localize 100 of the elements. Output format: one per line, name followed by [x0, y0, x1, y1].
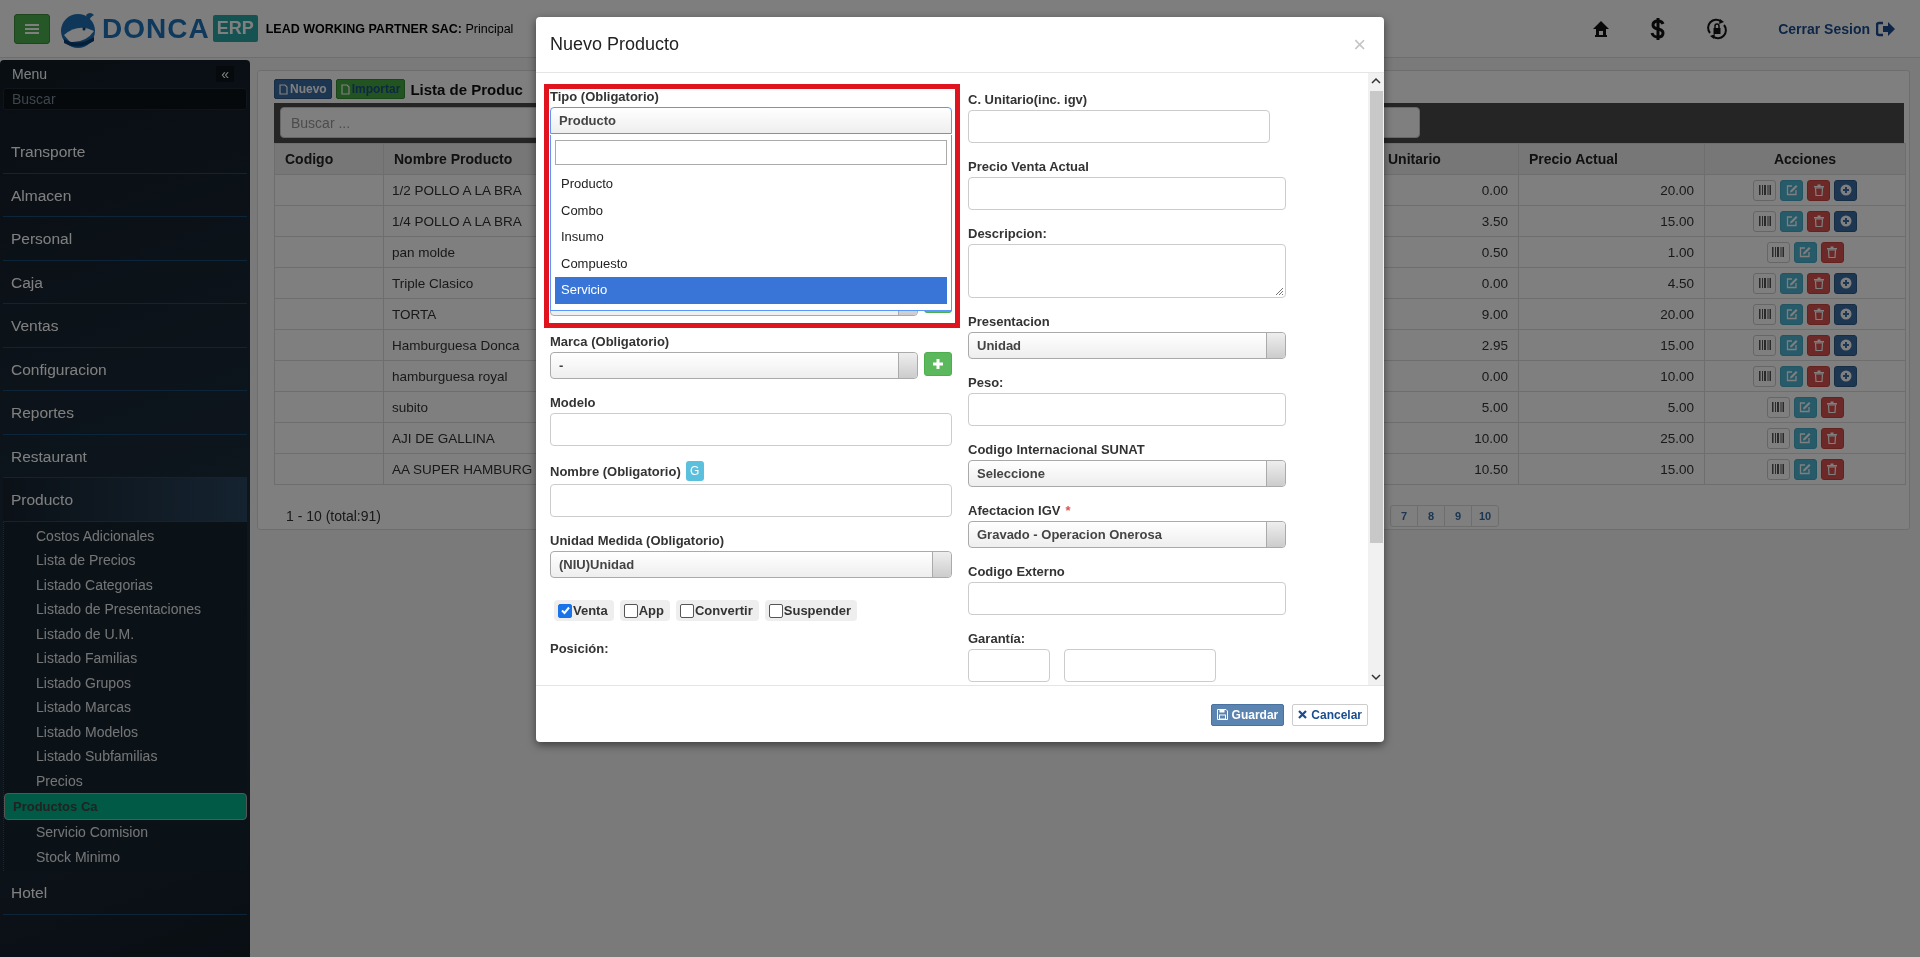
delete-button[interactable] [1807, 179, 1830, 201]
delete-button[interactable] [1820, 427, 1844, 449]
submenu-item[interactable]: Stock Minimo [4, 844, 247, 869]
input-field[interactable] [550, 413, 952, 446]
submenu-item[interactable]: Listado Familias [4, 646, 247, 671]
add-button[interactable] [1834, 179, 1857, 201]
barcode-button[interactable] [1753, 179, 1776, 201]
add-button[interactable] [1834, 210, 1857, 232]
collapse-button[interactable]: « [216, 66, 234, 82]
edit-button[interactable] [1780, 365, 1803, 387]
submenu-item[interactable]: Listado Grupos [4, 670, 247, 695]
select-field[interactable]: Gravado - Operacion Onerosa [968, 521, 1286, 548]
input-field[interactable] [968, 110, 1270, 143]
page-link[interactable]: 8 [1417, 506, 1444, 526]
sidebar-search-field[interactable]: Buscar [3, 88, 247, 110]
edit-button[interactable] [1780, 334, 1803, 356]
textarea-field[interactable] [968, 244, 1286, 298]
edit-button[interactable] [1793, 241, 1817, 263]
checkbox[interactable] [768, 603, 783, 618]
submenu-item[interactable]: Lista de Precios [4, 548, 247, 573]
edit-button[interactable] [1780, 303, 1803, 325]
input-field[interactable] [968, 649, 1050, 682]
edit-button[interactable] [1780, 210, 1803, 232]
submenu-item[interactable]: Listado Marcas [4, 695, 247, 720]
sidebar-item[interactable]: Almacen [3, 173, 247, 217]
type-select[interactable]: Producto [550, 107, 952, 134]
dollar-icon[interactable] [1650, 17, 1667, 40]
delete-button[interactable] [1807, 210, 1830, 232]
edit-button[interactable] [1780, 179, 1803, 201]
page-link[interactable]: 9 [1444, 506, 1471, 526]
home-icon[interactable] [1592, 19, 1611, 38]
edit-button[interactable] [1780, 272, 1803, 294]
add-button[interactable] [1834, 272, 1857, 294]
add-button[interactable] [1834, 365, 1857, 387]
edit-button[interactable] [1793, 458, 1817, 480]
delete-button[interactable] [1820, 396, 1844, 418]
sidebar-item[interactable]: Hotel [3, 871, 247, 915]
checkbox-option[interactable]: Suspender [764, 600, 857, 621]
submenu-item[interactable]: Costos Adicionales [4, 523, 247, 548]
barcode-button[interactable] [1766, 396, 1790, 418]
select-field[interactable]: Unidad [968, 332, 1286, 359]
checkbox-option[interactable]: App [619, 600, 670, 621]
page-link[interactable]: 7 [1391, 506, 1417, 526]
save-button[interactable]: Guardar [1210, 703, 1285, 726]
delete-button[interactable] [1820, 458, 1844, 480]
select-field[interactable]: - [550, 352, 918, 379]
sidebar-item[interactable]: Producto [3, 478, 247, 522]
barcode-button[interactable] [1753, 334, 1776, 356]
submenu-item[interactable]: Listado de U.M. [4, 621, 247, 646]
lock-refresh-icon[interactable] [1706, 17, 1729, 40]
barcode-button[interactable] [1753, 272, 1776, 294]
submenu-item[interactable]: Listado Categorias [4, 572, 247, 597]
sidebar-item[interactable]: Ventas [3, 304, 247, 348]
edit-button[interactable] [1793, 396, 1817, 418]
cancel-button[interactable]: Cancelar [1292, 703, 1368, 726]
submenu-item[interactable]: Listado Subfamilias [4, 744, 247, 769]
checkbox-option[interactable]: Venta [554, 600, 614, 621]
delete-button[interactable] [1807, 272, 1830, 294]
sidebar-item[interactable]: Configuracion [3, 347, 247, 391]
submenu-item[interactable]: Listado de Presentaciones [4, 597, 247, 622]
barcode-button[interactable] [1766, 241, 1790, 263]
input-field[interactable] [968, 582, 1286, 615]
add-button[interactable] [1834, 334, 1857, 356]
input-field[interactable] [1064, 649, 1216, 682]
edit-icon [1799, 463, 1811, 475]
barcode-button[interactable] [1753, 210, 1776, 232]
menu-button[interactable] [14, 13, 50, 44]
edit-button[interactable] [1793, 427, 1817, 449]
checkbox[interactable] [623, 603, 638, 618]
page-link[interactable]: 10 [1471, 506, 1498, 526]
input-field[interactable] [968, 393, 1286, 426]
submenu-item[interactable]: Precios [4, 768, 247, 793]
checkbox[interactable] [679, 603, 694, 618]
select-field[interactable]: Seleccione [968, 460, 1286, 487]
sidebar-item[interactable]: Transporte [3, 130, 247, 174]
delete-button[interactable] [1807, 365, 1830, 387]
dropdown-option[interactable]: Servicio [555, 277, 947, 304]
dropdown-search-field[interactable] [555, 140, 947, 165]
add-button[interactable] [1834, 303, 1857, 325]
select-field[interactable]: (NIU)Unidad [550, 551, 952, 578]
logout-link[interactable]: Cerrar Sesion [1778, 20, 1896, 37]
add-button[interactable] [924, 352, 952, 376]
barcode-button[interactable] [1766, 458, 1790, 480]
submenu-item[interactable]: Servicio Comision [4, 820, 247, 845]
sidebar-item[interactable]: Reportes [3, 391, 247, 435]
checkbox-option[interactable]: Convertir [675, 600, 759, 621]
toolbar-button[interactable]: Nuevo [274, 79, 332, 99]
barcode-button[interactable] [1766, 427, 1790, 449]
delete-button[interactable] [1807, 303, 1830, 325]
sidebar-item[interactable]: Personal [3, 217, 247, 261]
checkbox[interactable] [558, 603, 572, 618]
input-field[interactable] [550, 484, 952, 517]
scrollbar[interactable] [1368, 73, 1384, 685]
input-field[interactable] [968, 177, 1286, 210]
delete-button[interactable] [1807, 334, 1830, 356]
barcode-button[interactable] [1753, 365, 1776, 387]
delete-button[interactable] [1820, 241, 1844, 263]
sidebar-item[interactable]: Caja [3, 260, 247, 304]
submenu-item[interactable]: Listado Modelos [4, 719, 247, 744]
barcode-button[interactable] [1753, 303, 1776, 325]
